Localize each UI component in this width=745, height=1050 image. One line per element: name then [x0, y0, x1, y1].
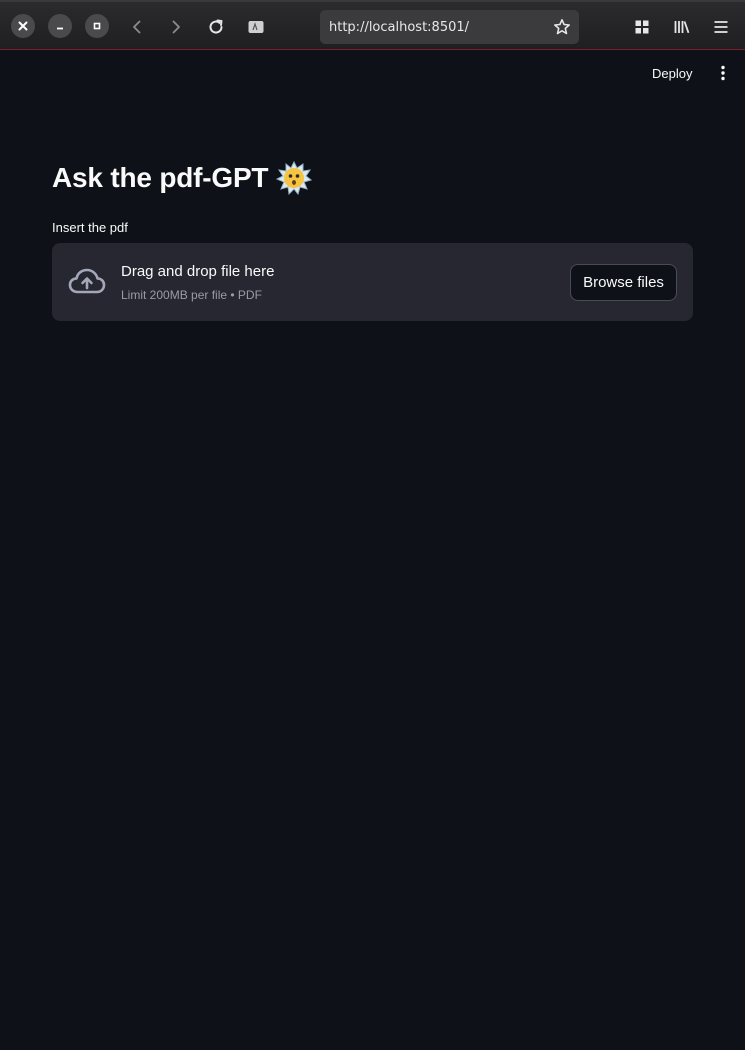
- extensions-button[interactable]: [630, 15, 654, 39]
- dizzy-face-emoji-icon: [276, 160, 313, 196]
- page-title: Ask the pdf-GPT: [52, 162, 269, 193]
- bookmark-star-icon[interactable]: [553, 18, 571, 36]
- main-content: Ask the pdf-GPT Insert the pdf Drag and …: [52, 150, 693, 321]
- cloud-upload-icon: [68, 268, 106, 294]
- window-minimize-button[interactable]: [48, 14, 72, 38]
- library-icon: [674, 21, 690, 34]
- reload-icon: [209, 19, 223, 34]
- forward-icon: [172, 20, 180, 34]
- minimize-icon: [57, 27, 63, 30]
- deploy-button[interactable]: Deploy: [643, 61, 701, 85]
- dropzone-limit: Limit 200MB per file • PDF: [121, 288, 262, 302]
- window-maximize-button[interactable]: [85, 14, 109, 38]
- browse-files-button[interactable]: Browse files: [570, 264, 677, 301]
- file-dropzone[interactable]: Drag and drop file here Limit 200MB per …: [52, 243, 693, 321]
- page-info-icon: [248, 21, 264, 33]
- extensions-icon: [635, 20, 649, 34]
- app-menu-button[interactable]: [713, 63, 733, 83]
- url-text: http://localhost:8501/: [329, 19, 470, 35]
- library-button[interactable]: [670, 15, 694, 39]
- app-header: Deploy: [0, 51, 745, 95]
- back-icon: [133, 20, 141, 34]
- window-close-button[interactable]: [11, 14, 35, 38]
- page-info-button[interactable]: [243, 14, 269, 40]
- forward-button[interactable]: [163, 14, 189, 40]
- close-icon: [18, 21, 28, 31]
- dropzone-title: Drag and drop file here: [121, 263, 275, 280]
- menu-icon: [714, 21, 728, 33]
- maximize-icon: [93, 22, 101, 30]
- reload-button[interactable]: [203, 14, 229, 40]
- browser-menu-button[interactable]: [709, 15, 733, 39]
- dropzone-instructions: Drag and drop file here Limit 200MB per …: [121, 262, 274, 303]
- more-vertical-icon: [721, 65, 725, 81]
- back-button[interactable]: [124, 14, 150, 40]
- browser-toolbar: http://localhost:8501/: [0, 0, 745, 50]
- title-row: Ask the pdf-GPT: [52, 150, 693, 206]
- address-bar[interactable]: http://localhost:8501/: [320, 10, 579, 44]
- uploader-label: Insert the pdf: [52, 220, 128, 235]
